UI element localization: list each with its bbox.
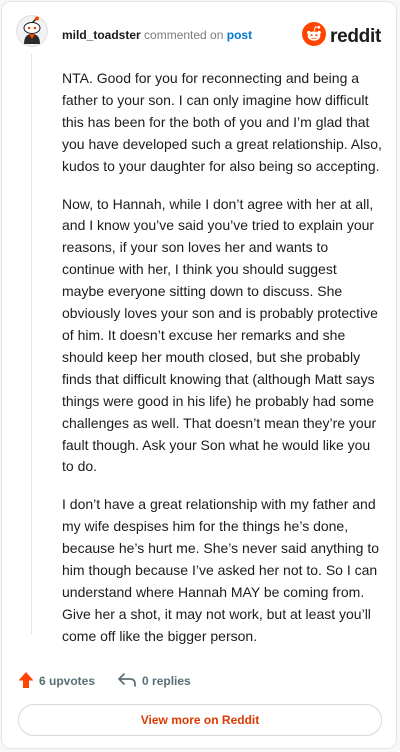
comment-footer: 6 upvotes 0 replies — [18, 670, 213, 692]
upvotes-stat[interactable]: 6 upvotes — [18, 671, 95, 692]
comment-paragraph: I don’t have a great relationship with m… — [62, 496, 380, 644]
comment-attribution: mild_toadster commented on post — [62, 28, 252, 42]
thread-line — [31, 54, 32, 634]
snoo-avatar-icon[interactable] — [16, 15, 48, 47]
reddit-wordmark: reddit — [330, 25, 381, 47]
upvotes-count: 6 upvotes — [39, 674, 96, 688]
reply-arrow-icon — [117, 672, 137, 691]
reddit-brand-link[interactable]: reddit — [302, 22, 381, 51]
attribution-action-text: commented on — [144, 28, 224, 42]
comment-header: mild_toadster commented on post reddit — [2, 2, 396, 68]
upvote-arrow-icon — [18, 671, 34, 692]
view-more-on-reddit-button[interactable]: View more on Reddit — [18, 704, 382, 736]
reddit-logo-icon — [302, 22, 327, 51]
comment-embed-card: mild_toadster commented on post reddit N… — [1, 1, 397, 749]
comment-body: NTA. Good for you for reconnecting and b… — [62, 68, 382, 664]
replies-count: 0 replies — [142, 674, 191, 688]
replies-stat[interactable]: 0 replies — [117, 672, 191, 691]
post-link[interactable]: post — [227, 28, 252, 42]
comment-paragraph: NTA. Good for you for reconnecting and b… — [62, 70, 382, 174]
comment-author-link[interactable]: mild_toadster — [62, 28, 141, 42]
comment-paragraph: Now, to Hannah, while I don’t agree with… — [62, 195, 378, 475]
